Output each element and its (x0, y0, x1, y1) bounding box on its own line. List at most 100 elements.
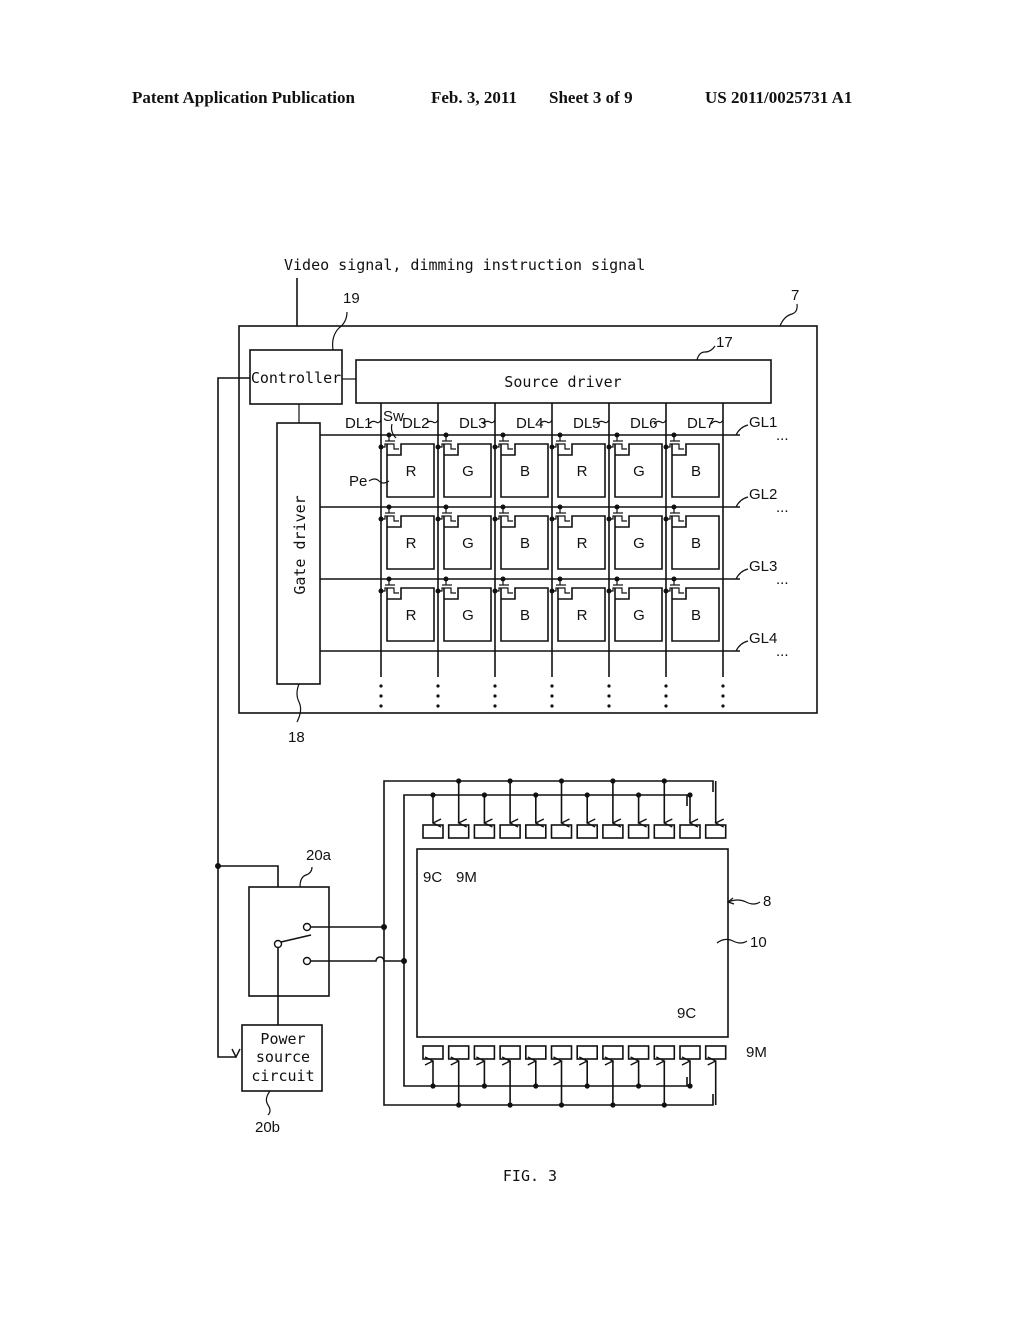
junction-dot (430, 792, 436, 798)
led-c-ref-top: 9C (423, 869, 442, 886)
ellipsis: ... (776, 643, 789, 660)
pixel-color-label: B (691, 535, 701, 552)
junction-dot (456, 1102, 462, 1108)
ellipsis: ... (776, 427, 789, 444)
pixel-color-label: B (691, 607, 701, 624)
panel-leader (779, 303, 798, 327)
pixel-color-label: R (577, 535, 588, 552)
pixel-color-label: R (577, 463, 588, 480)
junction-dot (687, 792, 693, 798)
led-c (473, 1045, 496, 1060)
led-c (422, 1045, 444, 1060)
junction-dot (584, 1083, 590, 1089)
led-m (602, 1045, 624, 1060)
pixel-color-label: G (633, 607, 645, 624)
led-m-ref-top: 9M (456, 869, 477, 886)
junction-dot (533, 792, 539, 798)
pixel-color-label: G (462, 607, 474, 624)
tft-source-dot (549, 444, 555, 450)
led-m (704, 1045, 727, 1060)
led-c (576, 1045, 599, 1060)
junction-dot (456, 778, 462, 784)
gate-line-label: GL2 (749, 486, 777, 503)
junction-dot (661, 1102, 667, 1108)
gate-line-label: GL4 (749, 630, 777, 647)
continuation-dot (493, 684, 497, 688)
power-source-label-2: source (256, 1048, 310, 1066)
figure-3-diagram: Video signal, dimming instruction signal… (215, 256, 818, 1185)
pixel-electrode-label: Pe (349, 473, 367, 490)
pixel-color-label: G (462, 535, 474, 552)
continuation-dot (664, 704, 668, 708)
continuation-dot (721, 694, 725, 698)
tft-source-dot (492, 588, 498, 594)
junction-dot (584, 792, 590, 798)
continuation-dot (379, 694, 383, 698)
junction-dot (636, 792, 642, 798)
continuation-dot (721, 704, 725, 708)
data-line-label: DL6 (630, 415, 658, 432)
led-m (653, 1045, 676, 1060)
pixel-color-label: R (406, 463, 417, 480)
junction-dot (610, 1102, 616, 1108)
continuation-dot (607, 704, 611, 708)
continuation-dot (436, 704, 440, 708)
continuation-dot (379, 684, 383, 688)
gate-line-label: GL3 (749, 558, 777, 575)
led-c (473, 824, 496, 839)
power-source-label-1: Power (260, 1030, 305, 1048)
power-source-leader (265, 1090, 271, 1116)
gate-driver-label: Gate driver (291, 495, 309, 594)
junction-dot (481, 792, 487, 798)
data-line-label: DL2 (402, 415, 430, 432)
data-line-label: DL5 (573, 415, 601, 432)
tft-source-dot (492, 516, 498, 522)
led-m (704, 824, 727, 839)
controller-label: Controller (251, 369, 341, 387)
continuation-dot (607, 684, 611, 688)
figure-caption: FIG. 3 (503, 1167, 557, 1185)
junction-dot (507, 1102, 513, 1108)
tft-source-dot (606, 444, 612, 450)
tft-source-dot (378, 588, 384, 594)
continuation-dot (493, 704, 497, 708)
switch-leader (299, 866, 313, 888)
continuation-dot (664, 684, 668, 688)
led-m (550, 824, 573, 839)
led-m (653, 824, 676, 839)
led-m-ref-bottom: 9M (746, 1044, 767, 1061)
source-driver-ref: 17 (716, 334, 733, 351)
continuation-dot (550, 694, 554, 698)
tft-source-dot (435, 444, 441, 450)
tft-source-dot (663, 588, 669, 594)
led-c (627, 824, 650, 839)
light-guide-ref: 10 (750, 934, 767, 951)
tft-source-dot (549, 516, 555, 522)
controller-ref: 19 (343, 290, 360, 307)
junction-dot (430, 1083, 436, 1089)
junction-dot (507, 778, 513, 784)
switch-unit-ref: 20a (306, 847, 332, 864)
pixel-color-label: B (520, 607, 530, 624)
backlight-ref: 8 (763, 893, 771, 910)
pixel-color-label: R (406, 607, 417, 624)
data-line-label: DL7 (687, 415, 715, 432)
data-line-label: DL1 (345, 415, 373, 432)
led-c (422, 824, 444, 839)
led-c-ref-bottom: 9C (677, 1005, 696, 1022)
continuation-dot (607, 694, 611, 698)
led-m (447, 1045, 470, 1060)
gate-driver-ref: 18 (288, 729, 305, 746)
gate-line-label: GL1 (749, 414, 777, 431)
switch-unit-box (248, 886, 330, 997)
panel-ref: 7 (791, 287, 799, 304)
switch-pivot (273, 939, 283, 949)
pixel-color-label: R (406, 535, 417, 552)
continuation-dot (379, 704, 383, 708)
pixel-color-label: G (633, 535, 645, 552)
tft-source-dot (435, 516, 441, 522)
continuation-dot (436, 694, 440, 698)
led-m (550, 1045, 573, 1060)
led-c (679, 824, 701, 839)
pixel-color-label: R (577, 607, 588, 624)
